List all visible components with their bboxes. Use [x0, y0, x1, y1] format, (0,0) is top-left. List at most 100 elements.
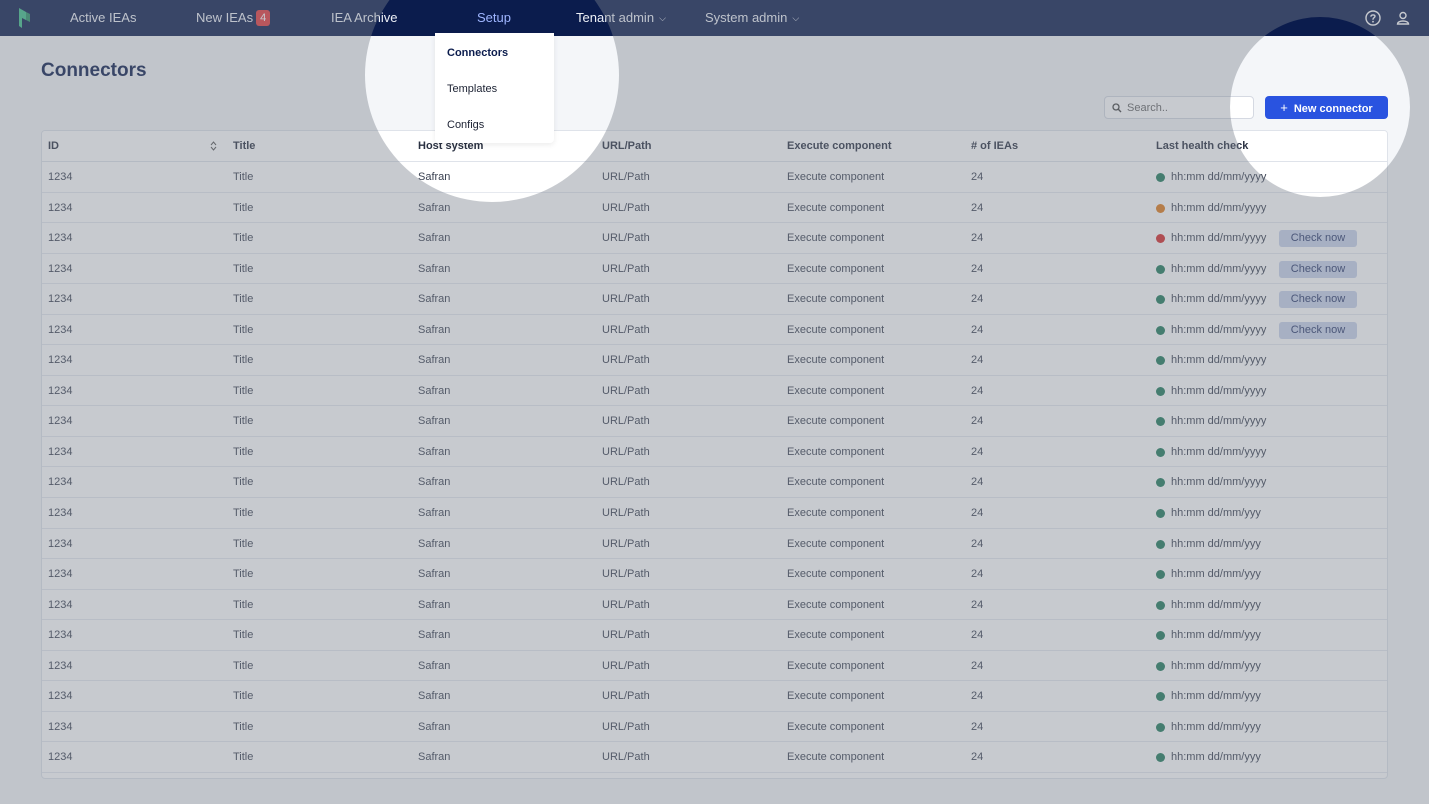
table-row[interactable]: 1234 Title Safran URL/Path Execute component…	[42, 376, 1387, 407]
table-header: ID Title Host system URL/Path Execute co…	[42, 131, 1387, 162]
table-row[interactable]: 1234 Title Safran URL/Path Execute component…	[42, 742, 1387, 773]
table-row[interactable]: 1234 Title Safran URL/Path Execute component…	[42, 620, 1387, 651]
table-row[interactable]: 1234 Title Safran URL/Path Execute component…	[42, 590, 1387, 621]
chevron-down-icon: ⌵	[792, 13, 800, 23]
check-now-button[interactable]: Check now	[1279, 260, 1357, 278]
cell-execute-component: Execute component	[787, 629, 885, 642]
col-header-id[interactable]: ID	[48, 131, 59, 162]
table-row[interactable]: 1234 Title Safran URL/Path Execute component…	[42, 651, 1387, 682]
health-status-dot-icon	[1156, 295, 1165, 305]
page-title: Connectors	[41, 60, 147, 81]
cell-execute-component: Execute component	[787, 232, 885, 245]
sort-icon[interactable]	[210, 141, 217, 151]
cell-last-health-check: hh:mm dd/mm/yyyy	[1171, 171, 1267, 183]
cell-id: 1234	[48, 690, 73, 703]
table-row[interactable]: 1234 Title Safran URL/Path Execute component…	[42, 712, 1387, 743]
search-box[interactable]	[1104, 96, 1254, 119]
table-row[interactable]: 1234 Title Safran URL/Path Execute component…	[42, 498, 1387, 529]
cell-last-health-check: hh:mm dd/mm/yyyy	[1171, 232, 1267, 245]
table-row[interactable]: 1234 Title Safran URL/Path Execute component…	[42, 467, 1387, 499]
health-status-dot-icon	[1156, 386, 1165, 396]
cell-url-path: URL/Path	[602, 323, 650, 336]
table-row[interactable]: 1234 Title Safran URL/Path Execute component…	[42, 315, 1387, 346]
table-row[interactable]: 1234 Title Safran URL/Path Execute component…	[42, 254, 1387, 285]
menu-item-configs[interactable]: Configs	[447, 119, 484, 131]
check-now-button[interactable]: Check now	[1279, 230, 1357, 248]
cell-ieas-count: 24	[971, 537, 984, 550]
cell-title: Title	[233, 262, 254, 275]
cell-execute-component: Execute component	[787, 293, 885, 306]
search-input[interactable]	[1127, 99, 1249, 116]
health-status-dot-icon	[1156, 570, 1165, 580]
cell-id: 1234	[48, 507, 73, 520]
menu-item-templates[interactable]: Templates	[447, 83, 497, 95]
cell-host-system: Safran	[418, 629, 451, 642]
table-row[interactable]: 1234 Title Safran URL/Path Execute component…	[42, 681, 1387, 712]
cell-host-system: Safran	[418, 384, 451, 397]
cell-last-health-check: hh:mm dd/mm/yyyy	[1171, 293, 1267, 306]
col-header-url-path[interactable]: URL/Path	[602, 131, 652, 162]
help-circle-icon[interactable]	[1364, 9, 1382, 27]
cell-title: Title	[233, 507, 254, 520]
cell-id: 1234	[48, 720, 73, 733]
setup-dropdown-menu: Connectors Templates Configs	[435, 33, 554, 143]
cell-id: 1234	[48, 323, 73, 336]
cell-execute-component: Execute component	[787, 751, 885, 764]
nav-new-ieas[interactable]: New IEAs 4	[196, 0, 271, 36]
health-status-dot-icon	[1156, 264, 1165, 274]
new-connector-button[interactable]: + New connector	[1265, 96, 1388, 119]
cell-id: 1234	[48, 751, 73, 764]
table-row[interactable]: 1234 Title Safran URL/Path Execute component…	[42, 406, 1387, 437]
table-body: 1234 Title Safran URL/Path Execute component…	[42, 162, 1387, 773]
cell-last-health-check: hh:mm dd/mm/yyyy	[1171, 262, 1267, 275]
new-connector-label: New connector	[1293, 103, 1373, 115]
col-header-execute-component[interactable]: Execute component	[787, 131, 892, 162]
cell-last-health-check: hh:mm dd/mm/yyy	[1171, 659, 1261, 672]
health-status-dot-icon	[1156, 600, 1165, 610]
health-status-dot-icon	[1156, 631, 1165, 641]
check-now-button[interactable]: Check now	[1279, 321, 1357, 339]
nav-active-ieas[interactable]: Active IEAs	[70, 0, 136, 36]
nav-tenant-admin[interactable]: Tenant admin ⌵	[576, 0, 666, 36]
table-row[interactable]: 1234 Title Safran URL/Path Execute component…	[42, 559, 1387, 590]
cell-url-path: URL/Path	[602, 262, 650, 275]
cell-title: Title	[233, 751, 254, 764]
table-row[interactable]: 1234 Title Safran URL/Path Execute component…	[42, 284, 1387, 315]
user-icon[interactable]	[1394, 9, 1412, 27]
health-status-dot-icon	[1156, 478, 1165, 488]
table-row[interactable]: 1234 Title Safran URL/Path Execute component…	[42, 162, 1387, 193]
cell-title: Title	[233, 415, 254, 428]
table-row[interactable]: 1234 Title Safran URL/Path Execute component…	[42, 193, 1387, 224]
cell-ieas-count: 24	[971, 232, 984, 245]
cell-execute-component: Execute component	[787, 354, 885, 367]
health-status-dot-icon	[1156, 173, 1165, 182]
cell-url-path: URL/Path	[602, 720, 650, 733]
col-header-ieas-count[interactable]: # of IEAs	[971, 131, 1018, 162]
plus-icon: +	[1280, 100, 1288, 115]
health-status-dot-icon	[1156, 325, 1165, 335]
cell-host-system: Safran	[418, 415, 451, 428]
table-row[interactable]: 1234 Title Safran URL/Path Execute component…	[42, 529, 1387, 560]
col-header-title[interactable]: Title	[233, 131, 255, 162]
check-now-button[interactable]: Check now	[1279, 291, 1357, 309]
cell-id: 1234	[48, 262, 73, 275]
menu-item-connectors[interactable]: Connectors	[447, 47, 508, 59]
nav-iea-archive[interactable]: IEA Archive	[331, 0, 397, 36]
cell-execute-component: Execute component	[787, 323, 885, 336]
cell-title: Title	[233, 690, 254, 703]
search-icon	[1112, 103, 1122, 113]
cell-url-path: URL/Path	[602, 201, 650, 214]
nav-system-admin[interactable]: System admin ⌵	[705, 0, 799, 36]
table-row[interactable]: 1234 Title Safran URL/Path Execute component…	[42, 345, 1387, 376]
cell-ieas-count: 24	[971, 568, 984, 581]
cell-url-path: URL/Path	[602, 384, 650, 397]
cell-title: Title	[233, 384, 254, 397]
table-row[interactable]: 1234 Title Safran URL/Path Execute component…	[42, 437, 1387, 468]
cell-last-health-check: hh:mm dd/mm/yyyy	[1171, 415, 1267, 428]
table-row[interactable]: 1234 Title Safran URL/Path Execute component…	[42, 223, 1387, 254]
cell-title: Title	[233, 629, 254, 642]
cell-title: Title	[233, 232, 254, 245]
nav-setup[interactable]: Setup	[477, 0, 511, 36]
app-logo-icon[interactable]	[16, 6, 32, 30]
col-header-last-health-check[interactable]: Last health check	[1156, 131, 1248, 162]
